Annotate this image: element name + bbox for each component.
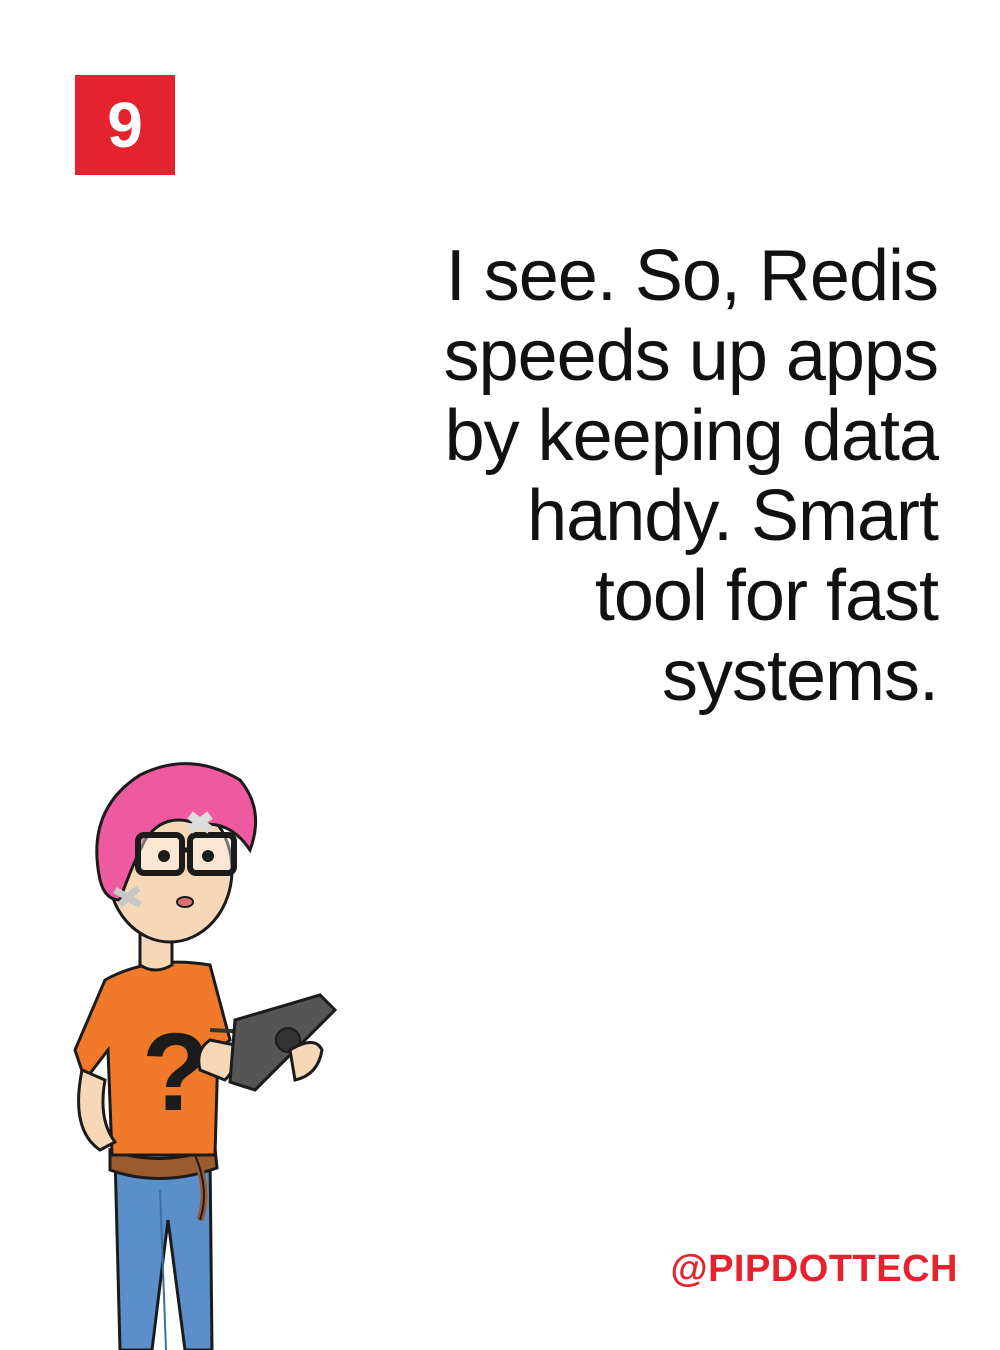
quote-line: tool for fast [594,556,939,636]
hand [288,1041,324,1082]
quote-text: I see. So, Redis speeds up apps by keepi… [318,236,939,716]
quote-line: by keeping data [444,396,939,476]
slide-number: 9 [107,89,143,161]
jeans [113,1153,214,1350]
slide-number-badge: 9 [75,75,175,175]
tablet-icon [228,993,338,1092]
mouth [176,896,194,908]
quote-line: systems. [661,636,939,716]
social-handle: @PIPDOTTECH [670,1248,958,1290]
character-illustration: ? [73,762,338,1350]
svg-text:?: ? [142,1011,209,1134]
quote-line: speeds up apps [443,316,939,396]
bandage-icon [187,811,213,834]
quote-line: handy. Smart [527,476,939,556]
quote-line: I see. So, Redis [445,236,939,316]
head [95,762,258,944]
